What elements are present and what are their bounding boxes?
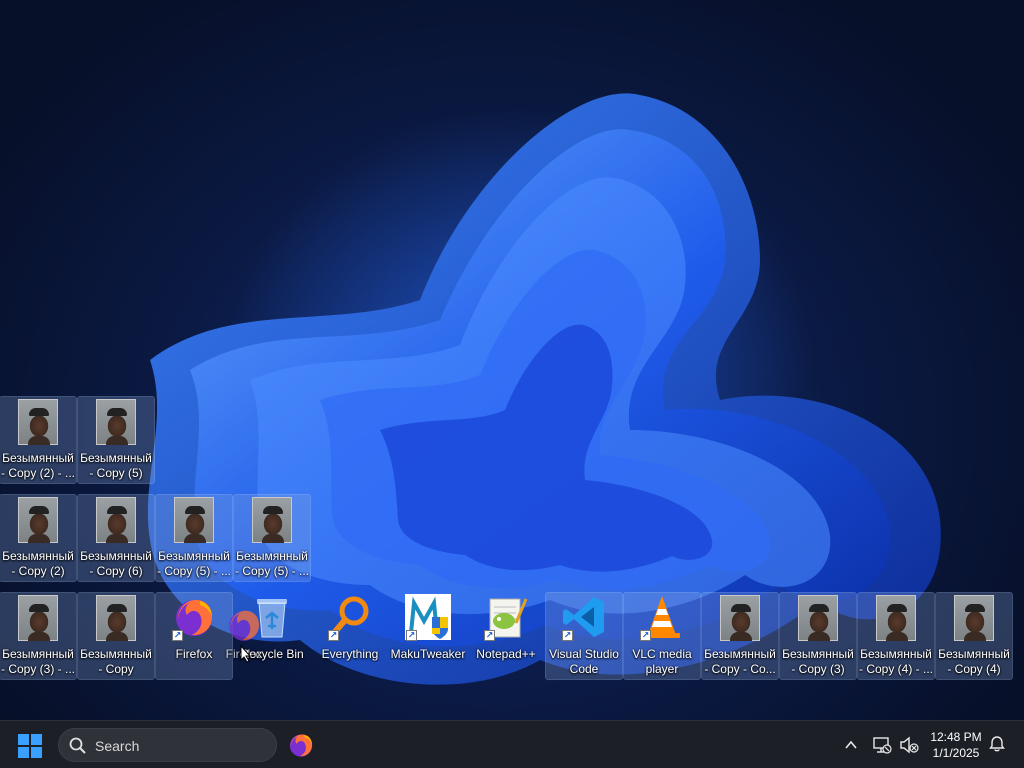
- desktop-icon-file[interactable]: Безымянный - Copy (2) - ...: [0, 396, 77, 484]
- desktop-icon-file[interactable]: Безымянный - Copy: [77, 592, 155, 680]
- desktop-icon-label: Безымянный - Copy (2) - ...: [0, 451, 75, 480]
- bell-icon[interactable]: [988, 735, 1006, 753]
- search-placeholder: Search: [95, 738, 140, 754]
- image-thumbnail-icon: [952, 595, 996, 641]
- shortcut-arrow-icon: ↗: [328, 630, 339, 641]
- desktop-icon-vscode[interactable]: ↗ Visual Studio Code: [545, 592, 623, 680]
- firefox-icon: [289, 734, 313, 757]
- vscode-icon: ↗: [560, 593, 608, 641]
- desktop-icon-file[interactable]: Безымянный - Copy (3): [779, 592, 857, 680]
- network-disconnected-icon[interactable]: [872, 735, 892, 755]
- shortcut-arrow-icon: ↗: [484, 630, 495, 641]
- image-thumbnail-icon: [94, 595, 138, 641]
- desktop-icon-label: Безымянный - Copy (3): [782, 647, 854, 676]
- desktop-icon-label: Visual Studio Code: [549, 647, 619, 676]
- desktop-icon-file[interactable]: Безымянный - Copy (6): [77, 494, 155, 582]
- desktop-icon-label: Безымянный - Copy (5) - ...: [234, 549, 309, 578]
- desktop-icon-label: Безымянный - Copy (4) - ...: [858, 647, 933, 676]
- chevron-up-icon[interactable]: [843, 737, 859, 753]
- image-thumbnail-icon: [250, 497, 294, 543]
- desktop-icon-label: Безымянный - Copy (5) - ...: [156, 549, 231, 578]
- desktop[interactable]: Безымянный - Copy (2) - ... Безымянный -…: [0, 0, 1024, 720]
- image-thumbnail-icon: [16, 399, 60, 445]
- shortcut-arrow-icon: ↗: [406, 630, 417, 641]
- firefox-icon: [224, 605, 264, 645]
- notepadpp-icon: ↗: [482, 593, 530, 641]
- clock-date: 1/1/2025: [932, 746, 980, 760]
- desktop-icon-notepadpp[interactable]: ↗ Notepad++: [468, 593, 544, 679]
- desktop-icon-label: Безымянный - Copy (6): [80, 549, 152, 578]
- desktop-icon-file[interactable]: Безымянный - Copy (5): [77, 396, 155, 484]
- shortcut-arrow-icon: ↗: [640, 630, 651, 641]
- desktop-icon-file[interactable]: Безымянный - Copy (5) - ...: [155, 494, 233, 582]
- start-button[interactable]: [16, 732, 44, 760]
- everything-search-icon: ↗: [326, 593, 374, 641]
- desktop-icon-label: VLC media player: [632, 647, 692, 676]
- desktop-icon-label: Notepad++: [476, 647, 536, 661]
- desktop-icon-label: Безымянный - Copy (4): [938, 647, 1010, 676]
- clock-time: 12:48 PM: [930, 730, 982, 744]
- shortcut-arrow-icon: ↗: [562, 630, 573, 641]
- clock[interactable]: 12:48 PM 1/1/2025: [925, 729, 987, 761]
- image-thumbnail-icon: [16, 595, 60, 641]
- desktop-icon-makutweaker[interactable]: ↗ MakuTweaker: [390, 593, 466, 679]
- shortcut-arrow-icon: ↗: [172, 630, 183, 641]
- desktop-icon-vlc[interactable]: ↗ VLC media player: [623, 592, 701, 680]
- desktop-icon-label: Безымянный - Copy - Co...: [704, 647, 776, 676]
- desktop-icon-label: Безымянный - Copy: [80, 647, 152, 676]
- volume-muted-icon[interactable]: [899, 735, 919, 755]
- windows-logo-icon: [18, 734, 42, 758]
- search-icon: [69, 737, 86, 754]
- image-thumbnail-icon: [796, 595, 840, 641]
- desktop-icon-label: Безымянный - Copy (5): [80, 451, 152, 480]
- image-thumbnail-icon: [172, 497, 216, 543]
- desktop-icon-file[interactable]: Безымянный - Copy (4) - ...: [857, 592, 935, 680]
- makutweaker-icon: ↗: [404, 593, 452, 641]
- taskbar-firefox-button[interactable]: [287, 731, 315, 759]
- desktop-icon-file[interactable]: Безымянный - Copy - Co...: [701, 592, 779, 680]
- desktop-icon-label: Безымянный - Copy (3) - ...: [0, 647, 75, 676]
- search-input[interactable]: Search: [58, 728, 277, 762]
- desktop-icon-file[interactable]: Безымянный - Copy (3) - ...: [0, 592, 77, 680]
- image-thumbnail-icon: [94, 497, 138, 543]
- desktop-icon-label: Безымянный - Copy (2): [2, 549, 74, 578]
- mouse-cursor-icon: [240, 645, 252, 663]
- taskbar: Search 12:48 PM 1/1/2025: [0, 720, 1024, 768]
- desktop-icon-label: MakuTweaker: [390, 647, 466, 661]
- image-thumbnail-icon: [16, 497, 60, 543]
- image-thumbnail-icon: [94, 399, 138, 445]
- desktop-icon-label: Everything: [321, 647, 379, 661]
- desktop-icon-file[interactable]: Безымянный - Copy (5) - ...: [233, 494, 311, 582]
- desktop-icon-file[interactable]: Безымянный - Copy (4): [935, 592, 1013, 680]
- desktop-icon-everything[interactable]: ↗ Everything: [312, 593, 388, 679]
- desktop-icon-file[interactable]: Безымянный - Copy (2): [0, 494, 77, 582]
- image-thumbnail-icon: [718, 595, 762, 641]
- image-thumbnail-icon: [874, 595, 918, 641]
- vlc-cone-icon: ↗: [638, 593, 686, 641]
